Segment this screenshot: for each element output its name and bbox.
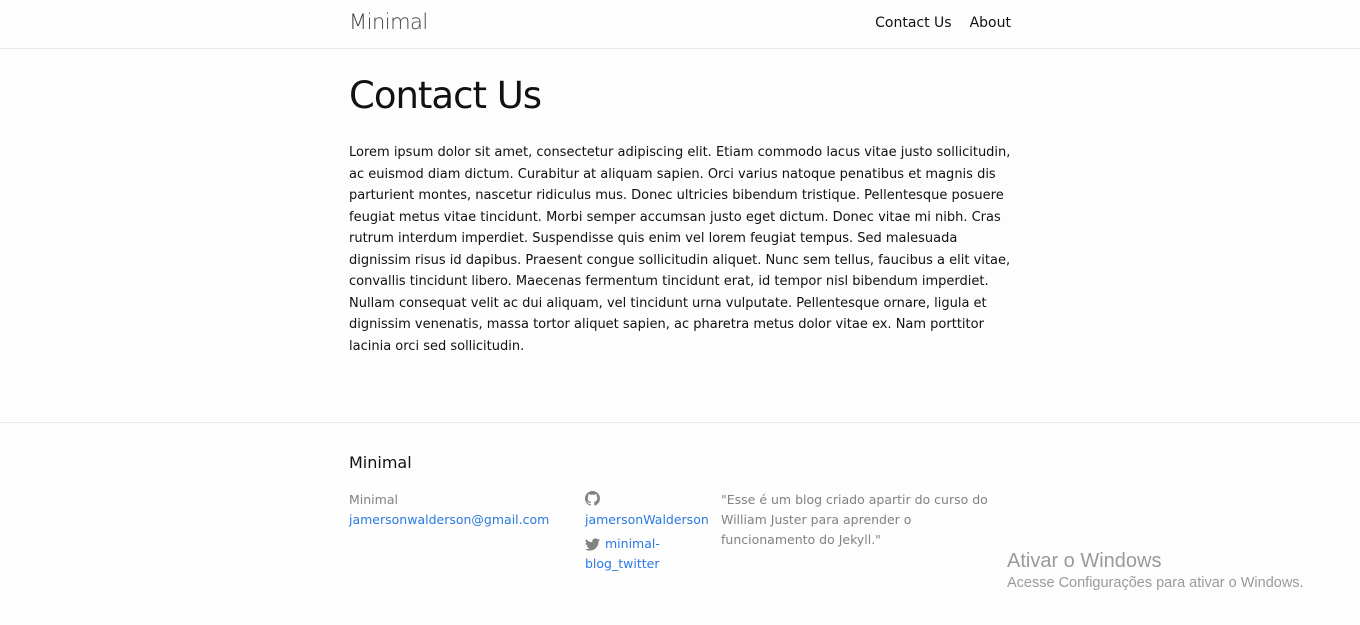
footer-heading: Minimal: [349, 453, 412, 472]
activation-title: Ativar o Windows: [1007, 550, 1162, 572]
site-header: Minimal Contact Us About: [0, 0, 1360, 49]
page-content: Contact Us Lorem ipsum dolor sit amet, c…: [0, 49, 1360, 422]
twitter-icon: [585, 538, 600, 551]
footer-social-list: jamersonWalderson minimal-blog_twitter: [585, 488, 709, 574]
github-icon: [585, 491, 600, 506]
github-icon-row: [585, 488, 705, 508]
footer-contact-list: Minimal jamersonwalderson@gmail.com: [349, 490, 549, 530]
page-title: Contact Us: [349, 74, 542, 117]
footer-email-link[interactable]: jamersonwalderson@gmail.com: [349, 512, 549, 527]
page-body-text: Lorem ipsum dolor sit amet, consectetur …: [349, 145, 1011, 354]
github-username: jamersonWalderson: [585, 512, 709, 527]
footer-description: "Esse é um blog criado apartir do curso …: [721, 492, 988, 547]
twitter-link[interactable]: minimal-blog_twitter: [585, 534, 705, 574]
activation-subtitle: Acesse Configurações para ativar o Windo…: [1007, 575, 1304, 591]
site-footer: Minimal Minimal jamersonwalderson@gmail.…: [0, 422, 1360, 625]
nav-link-contact-us[interactable]: Contact Us: [875, 15, 951, 31]
site-nav: Contact Us About: [875, 15, 1011, 31]
github-link[interactable]: jamersonWalderson: [585, 488, 709, 530]
nav-link-about[interactable]: About: [970, 15, 1011, 31]
site-title-link[interactable]: Minimal: [349, 10, 428, 34]
windows-activation-watermark: Ativar o Windows Acesse Configurações pa…: [1007, 548, 1304, 592]
footer-name: Minimal: [349, 492, 398, 507]
